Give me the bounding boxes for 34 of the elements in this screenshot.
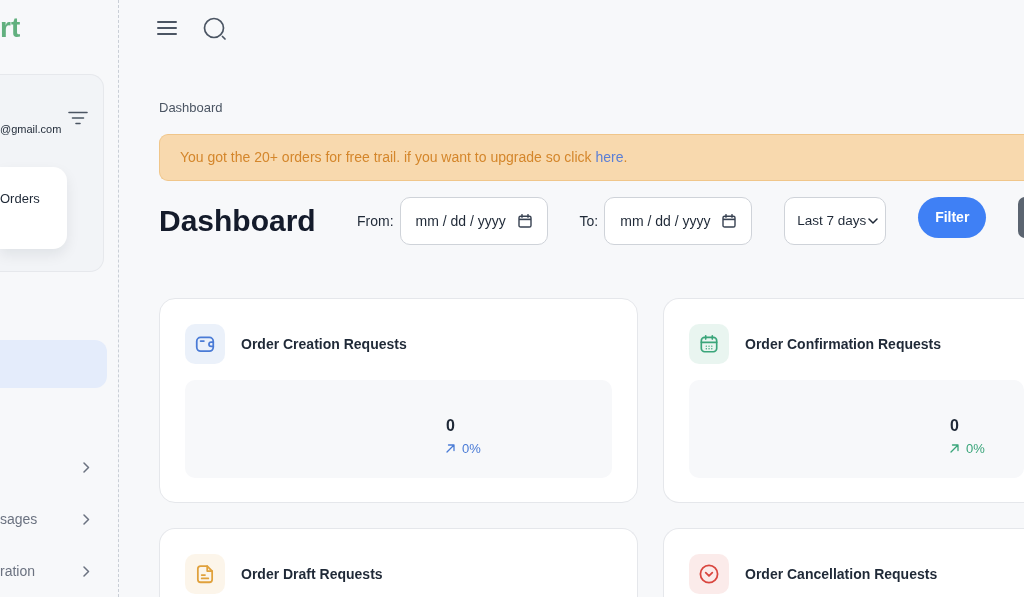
filter-button[interactable]: Filter	[918, 197, 987, 238]
chevron-down-icon	[868, 218, 879, 224]
date-field[interactable]: mm / dd / yyyy	[399, 197, 548, 245]
chevron-right-icon	[83, 565, 90, 577]
card-title: Order Creation Requests	[241, 334, 407, 354]
stat-change: 0%	[966, 440, 985, 458]
nav-item[interactable]: ration	[0, 545, 90, 597]
card-title: Order Confirmation Requests	[745, 334, 942, 354]
card-title: Order Cancellation Requests	[745, 564, 938, 584]
filter-icon[interactable]	[68, 110, 88, 125]
stat-value: 0	[446, 416, 455, 436]
menu-icon[interactable]	[157, 20, 177, 36]
chevron-right-icon	[83, 461, 90, 473]
calendar-icon[interactable]	[517, 214, 532, 228]
menu-card[interactable]: Orders	[0, 167, 67, 250]
stat-change: 0%	[462, 440, 481, 458]
arrow-up-right-icon	[446, 444, 455, 454]
nav-item[interactable]: sages	[0, 493, 90, 545]
range-select[interactable]: Last 7 days	[784, 197, 887, 245]
action-button[interactable]	[1018, 197, 1024, 238]
date-field[interactable]: mm / dd / yyyy	[604, 197, 753, 245]
breadcrumb[interactable]: Dashboard	[159, 100, 223, 116]
logo-text: rt	[0, 13, 21, 42]
user-email: @gmail.com	[0, 121, 62, 137]
date-label: To:	[579, 211, 599, 231]
arrow-up-right-icon	[950, 444, 959, 454]
calendar-icon[interactable]	[722, 214, 737, 228]
alert-message: You got the 20+ orders for free trail. if you want to upgrade so click here.	[180, 148, 628, 167]
page-title: Dashboard	[159, 206, 317, 236]
stat-value: 0	[950, 416, 959, 436]
chevron-right-icon	[83, 513, 90, 525]
search-icon[interactable]	[203, 16, 227, 40]
card-title: Order Draft Requests	[241, 564, 383, 584]
date-label: From:	[357, 211, 394, 231]
